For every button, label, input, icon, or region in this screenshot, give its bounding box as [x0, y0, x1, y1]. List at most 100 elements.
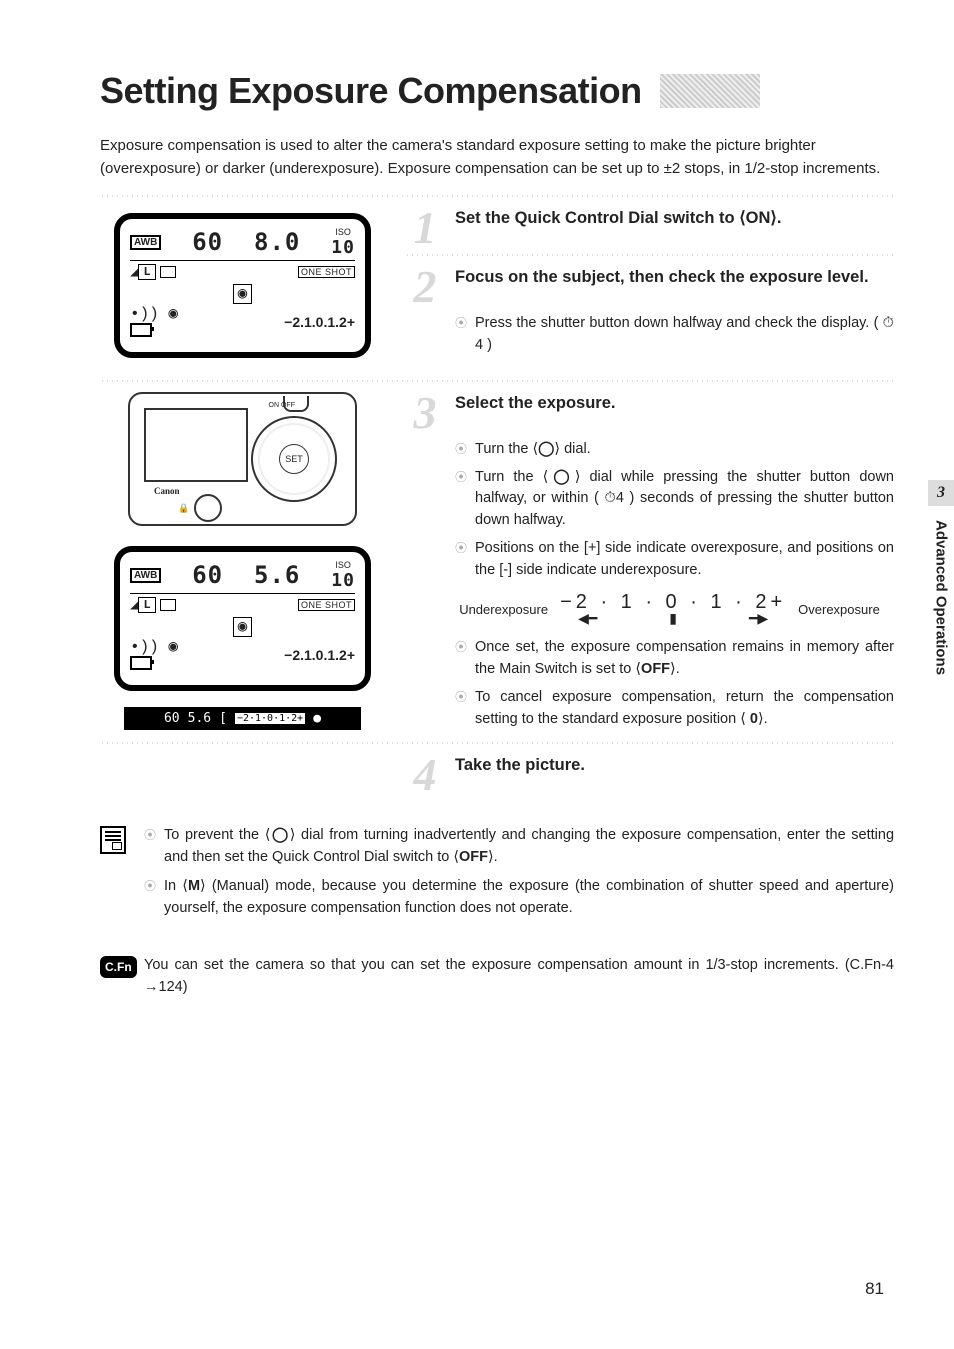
- note-icon: [100, 826, 126, 854]
- step-3-title: Select the exposure.: [455, 392, 615, 415]
- awb-indicator: AWB: [130, 235, 161, 250]
- beep-icon: [130, 638, 159, 656]
- text: Set the Quick Control Dial switch to: [455, 209, 739, 227]
- viewfinder-strip: 60 5.6 [ −2·1·0·1·2+ ●: [124, 707, 361, 730]
- text: ⟩.: [488, 849, 498, 865]
- exposure-scale: −2.1.0.1.2+: [284, 314, 355, 330]
- dial-icon: [270, 827, 289, 843]
- section-number: 3: [928, 480, 954, 506]
- bullet-icon: [455, 439, 467, 461]
- text: .: [777, 209, 782, 227]
- intro-paragraph: Exposure compensation is used to alter t…: [100, 134, 894, 181]
- awb-indicator: AWB: [130, 568, 161, 583]
- title-texture: [660, 74, 760, 108]
- underexposure-label: Underexposure: [459, 602, 548, 617]
- eye-icon: [168, 638, 178, 656]
- separator: [100, 380, 894, 382]
- separator: [405, 254, 894, 256]
- triangle-icon: [130, 596, 138, 614]
- one-shot-indicator: ONE SHOT: [298, 599, 355, 611]
- sub-dial: [194, 494, 222, 522]
- cfn-badge: C.Fn: [100, 956, 137, 979]
- card-icon: [160, 599, 176, 611]
- on-label: ON: [746, 209, 771, 227]
- text: ⟩ dial.: [554, 441, 590, 457]
- step-number-2: 2: [405, 266, 445, 307]
- text: ⟩ (Manual) mode, because you determine t…: [164, 878, 894, 916]
- step-number-1: 1: [405, 207, 445, 248]
- iso-label: ISO: [335, 560, 351, 570]
- m-label: M: [188, 878, 200, 894]
- step-3-bullet-4: Once set, the exposure compensation rema…: [475, 637, 894, 681]
- separator: [100, 195, 894, 197]
- note-2: In ⟨M⟩ (Manual) mode, because you determ…: [164, 875, 894, 920]
- shutter-value: 60: [192, 561, 223, 589]
- step-2-bullet: Press the shutter button down halfway an…: [475, 313, 894, 357]
- cfn-text: You can set the camera so that you can s…: [144, 954, 894, 999]
- beep-icon: [130, 305, 159, 323]
- aperture-value: 5.6: [254, 561, 300, 589]
- page-title: Setting Exposure Compensation: [100, 70, 642, 112]
- step-1-title: Set the Quick Control Dial switch to ⟨ON…: [455, 207, 781, 230]
- on-off-label: ON OFF: [269, 402, 295, 409]
- vf-bracket: [: [219, 711, 227, 726]
- text: ⟩.: [758, 711, 768, 727]
- triangle-icon: [130, 263, 138, 281]
- off-label: OFF: [459, 849, 488, 865]
- meter-mode-icon: ◉: [233, 617, 253, 637]
- bullet-icon: [455, 313, 467, 357]
- section-label: Advanced Operations: [933, 520, 950, 675]
- exposure-scale: −2.1.0.1.2+: [284, 647, 355, 663]
- lcd-panel-2: AWB 60 5.6 ISO 10 L ONE SHOT ◉: [114, 546, 371, 691]
- exposure-scale-diagram: −2 · 1 · 0 · 1 · 2+: [560, 591, 786, 614]
- l-indicator: L: [138, 264, 155, 280]
- vf-aperture: 5.6: [188, 711, 211, 726]
- text: To cancel exposure compensation, return …: [475, 689, 894, 727]
- aperture-value: 8.0: [254, 228, 300, 256]
- bullet-icon: [144, 875, 156, 920]
- eye-icon: [168, 305, 178, 323]
- camera-back-illustration: ON OFF SET Canon 🔒: [128, 392, 357, 526]
- shutter-value: 60: [192, 228, 223, 256]
- lcd-panel-1: AWB 60 8.0 ISO 10 L ONE SHOT ◉: [114, 213, 371, 358]
- step-3-bullet-5: To cancel exposure compensation, return …: [475, 687, 894, 731]
- vf-focus-dot: ●: [313, 711, 321, 726]
- camera-screen: [144, 408, 248, 482]
- step-3-bullet-1: Turn the ⟨⟩ dial.: [475, 439, 591, 461]
- section-tab: 3 Advanced Operations: [928, 480, 954, 675]
- vf-shutter: 60: [164, 711, 180, 726]
- iso-value: 10: [331, 237, 355, 258]
- dial-icon: [548, 469, 574, 485]
- bullet-icon: [455, 687, 467, 731]
- meter-mode-icon: ◉: [233, 284, 253, 304]
- bullet-icon: [455, 467, 467, 532]
- exposure-diagram: Underexposure −2 · 1 · 0 · 1 · 2+ ◀━▮━▶ …: [445, 591, 894, 627]
- off-label: OFF: [641, 661, 670, 677]
- text: Turn the ⟨: [475, 469, 548, 485]
- note-1: To prevent the ⟨⟩ dial from turning inad…: [164, 824, 894, 869]
- set-button: SET: [279, 444, 309, 474]
- card-icon: [160, 266, 176, 278]
- dial-icon: [538, 441, 554, 457]
- one-shot-indicator: ONE SHOT: [298, 266, 355, 278]
- step-3-bullet-3: Positions on the [+] side indicate overe…: [475, 538, 894, 582]
- note-block: To prevent the ⟨⟩ dial from turning inad…: [100, 824, 894, 926]
- battery-icon: [130, 323, 152, 337]
- overexposure-label: Overexposure: [798, 602, 880, 617]
- bullet-icon: [455, 637, 467, 681]
- text: In ⟨: [164, 878, 188, 894]
- small-icon: 🔒: [178, 503, 189, 514]
- step-4-title: Take the picture.: [455, 754, 585, 777]
- battery-icon: [130, 656, 152, 670]
- quick-control-dial: SET: [251, 416, 337, 502]
- l-indicator: L: [138, 597, 155, 613]
- bullet-icon: [455, 538, 467, 582]
- vf-scale: −2·1·0·1·2+: [235, 713, 305, 724]
- text: Once set, the exposure compensation rema…: [475, 639, 894, 677]
- step-number-4: 4: [405, 754, 445, 795]
- canon-logo: Canon: [154, 486, 180, 496]
- text: To prevent the ⟨: [164, 827, 270, 843]
- separator: [100, 742, 894, 744]
- step-number-3: 3: [405, 392, 445, 433]
- iso-value: 10: [331, 570, 355, 591]
